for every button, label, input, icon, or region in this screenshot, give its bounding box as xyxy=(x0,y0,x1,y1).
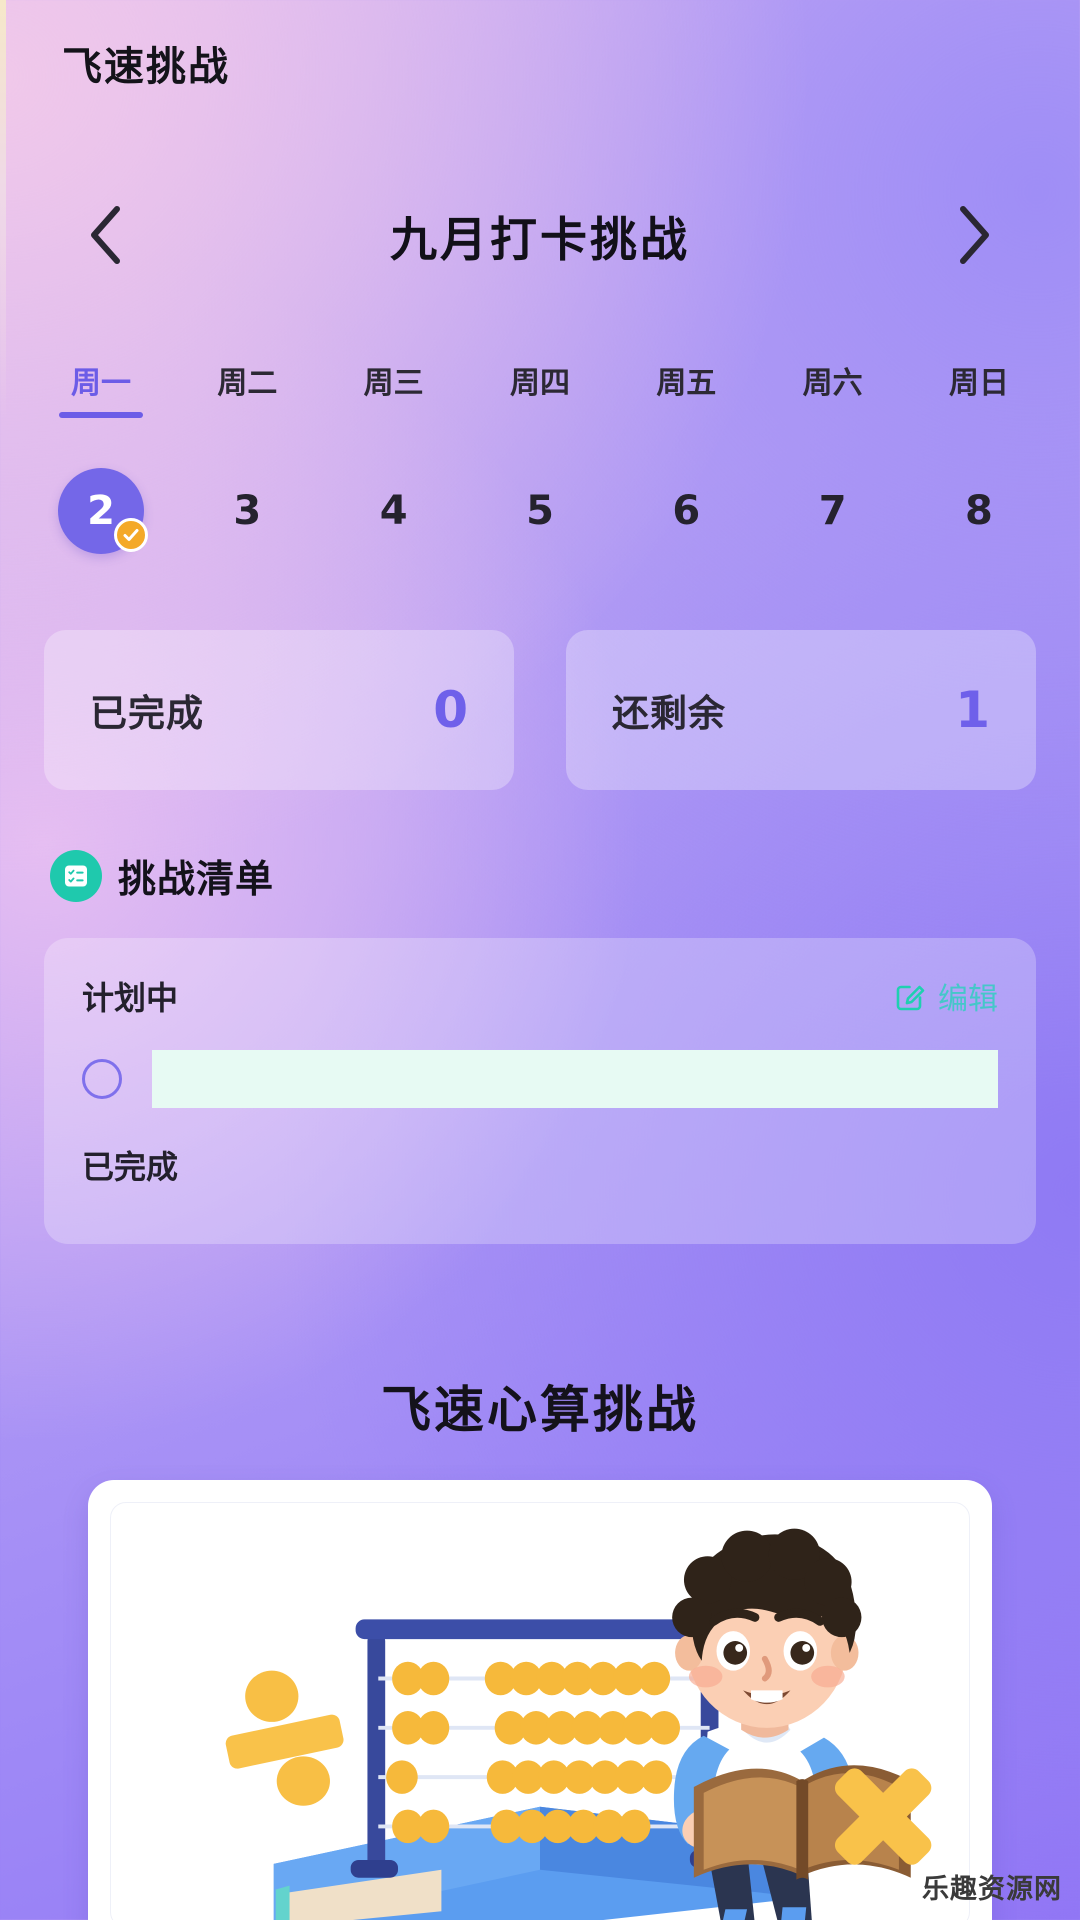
stat-label: 已完成 xyxy=(90,692,204,735)
chevron-left-icon[interactable] xyxy=(70,200,140,270)
watermark: 乐趣资源网 xyxy=(922,1874,1062,1905)
date-cell-4[interactable]: 6 xyxy=(627,468,745,554)
edit-label: 编辑 xyxy=(938,982,998,1017)
planning-label: 计划中 xyxy=(82,979,179,1017)
month-header: 九月打卡挑战 xyxy=(0,180,1080,290)
tab-weekday-3[interactable]: 周四 xyxy=(481,358,599,418)
tab-weekday-5[interactable]: 周六 xyxy=(774,358,892,418)
promo-title: 飞速心算挑战 xyxy=(381,1381,699,1439)
chevron-right-icon[interactable] xyxy=(940,200,1010,270)
date-number: 3 xyxy=(233,488,262,534)
section-title: 挑战清单 xyxy=(118,857,275,901)
todo-input[interactable] xyxy=(152,1050,998,1108)
challenge-list-card: 计划中 编辑 已完成 xyxy=(44,938,1036,1244)
stat-value: 1 xyxy=(955,681,990,739)
date-number: 4 xyxy=(379,488,408,534)
tab-weekday-2[interactable]: 周三 xyxy=(335,358,453,418)
stat-card-remaining[interactable]: 还剩余 1 xyxy=(566,630,1036,790)
todo-row xyxy=(82,1050,998,1108)
date-cell-0[interactable]: 2 xyxy=(42,468,160,554)
edit-pencil-icon xyxy=(896,985,925,1011)
tab-weekday-4[interactable]: 周五 xyxy=(627,358,745,418)
check-circle-icon xyxy=(114,518,148,552)
date-cell-1[interactable]: 3 xyxy=(188,468,306,554)
done-group-label: 已完成 xyxy=(82,1148,179,1186)
planning-group-header: 计划中 编辑 xyxy=(82,970,998,1022)
date-cell-2[interactable]: 4 xyxy=(335,468,453,554)
date-number: 5 xyxy=(526,488,554,534)
stat-label: 还剩余 xyxy=(612,692,726,735)
edit-button[interactable]: 编辑 xyxy=(894,974,998,1018)
weekday-tabs: 周一 周二 周三 周四 周五 周六 周日 xyxy=(42,358,1038,418)
tab-weekday-1[interactable]: 周二 xyxy=(188,358,306,418)
date-number: 7 xyxy=(818,488,847,534)
date-row: 2 3 4 5 6 7 8 xyxy=(42,468,1038,554)
todo-checkbox[interactable] xyxy=(82,1059,122,1099)
stat-card-completed[interactable]: 已完成 0 xyxy=(44,630,514,790)
date-number: 2 xyxy=(87,488,115,534)
date-number: 8 xyxy=(965,488,993,534)
boy-reading-with-abacus-illustration xyxy=(225,1528,932,1920)
challenge-list-heading: 挑战清单 xyxy=(50,848,274,903)
stat-cards: 已完成 0 还剩余 1 xyxy=(44,630,1036,790)
date-cell-5[interactable]: 7 xyxy=(774,468,892,554)
tab-weekday-6[interactable]: 周日 xyxy=(920,358,1038,418)
promo-card[interactable] xyxy=(88,1480,992,1920)
date-cell-6[interactable]: 8 xyxy=(920,468,1038,554)
stat-value: 0 xyxy=(433,681,468,739)
checklist-icon xyxy=(50,849,102,902)
date-number: 6 xyxy=(672,488,701,534)
promo-card-inner xyxy=(110,1502,970,1920)
tab-weekday-0[interactable]: 周一 xyxy=(42,358,160,418)
date-cell-3[interactable]: 5 xyxy=(481,468,599,554)
app-title: 飞速挑战 xyxy=(62,44,230,90)
page-title: 九月打卡挑战 xyxy=(390,212,690,268)
